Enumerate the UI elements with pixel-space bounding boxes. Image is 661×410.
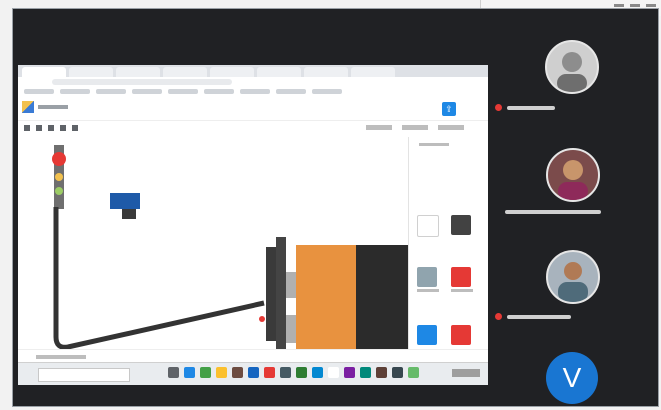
participant-initial-avatar[interactable]: V — [546, 352, 598, 404]
window-controls[interactable] — [614, 4, 656, 7]
shared-screen: ⇪ — [18, 65, 488, 385]
taskbar-app-icon[interactable] — [248, 367, 259, 378]
browser-tab[interactable] — [257, 67, 301, 77]
taskbar-search[interactable] — [38, 368, 130, 382]
taskbar-app-icon[interactable] — [280, 367, 291, 378]
component-label — [451, 289, 473, 292]
battery-body-dark — [356, 245, 408, 381]
browser-tab[interactable] — [69, 67, 113, 77]
traffic-light-red — [52, 152, 66, 166]
traffic-light-green — [55, 187, 63, 195]
code-button[interactable] — [366, 125, 392, 130]
component-tile[interactable] — [417, 267, 437, 287]
battery-body-orange — [296, 245, 356, 381]
participant-name — [505, 210, 601, 214]
taskbar-app-icon[interactable] — [408, 367, 419, 378]
component-tile[interactable] — [451, 215, 471, 235]
traffic-light-yellow — [55, 173, 63, 181]
taskbar-app-icon[interactable] — [360, 367, 371, 378]
share-button[interactable]: ⇪ — [442, 102, 456, 116]
circuit-diagram — [52, 145, 408, 381]
os-taskbar — [18, 362, 488, 385]
panel-heading — [419, 143, 449, 146]
redo-icon[interactable] — [60, 125, 66, 131]
component-tile[interactable] — [451, 325, 471, 345]
bookmarks-bar — [18, 87, 488, 97]
taskbar-app-icon[interactable] — [376, 367, 387, 378]
participant-avatar[interactable] — [546, 250, 600, 304]
connection-point — [259, 316, 265, 322]
delete-icon[interactable] — [36, 125, 42, 131]
rotate-icon[interactable] — [24, 125, 30, 131]
taskbar-app-icon[interactable] — [216, 367, 227, 378]
design-title[interactable] — [38, 105, 68, 109]
component-blue — [110, 193, 140, 209]
taskbar-app-icon[interactable] — [168, 367, 179, 378]
person-icon — [558, 262, 588, 302]
editor-toolbar — [18, 121, 488, 137]
component-blue-base — [122, 209, 136, 219]
browser-tab[interactable] — [210, 67, 254, 77]
components-panel — [408, 137, 488, 357]
browser-tab[interactable] — [163, 67, 207, 77]
app-logo — [22, 101, 34, 113]
person-icon — [558, 160, 588, 200]
component-tile[interactable] — [451, 267, 471, 287]
export-button[interactable] — [438, 125, 464, 130]
battery-plate — [276, 237, 286, 353]
taskbar-app-icon[interactable] — [296, 367, 307, 378]
mic-off-icon — [495, 313, 502, 320]
participant-name-row — [495, 313, 571, 320]
browser-tab[interactable] — [22, 67, 66, 77]
browser-tab[interactable] — [304, 67, 348, 77]
component-label — [417, 289, 439, 292]
wire — [53, 207, 265, 350]
undo-icon[interactable] — [48, 125, 54, 131]
browser-tab[interactable] — [116, 67, 160, 77]
taskbar-app-icon[interactable] — [344, 367, 355, 378]
simulation-button[interactable] — [402, 125, 428, 130]
taskbar-clock — [452, 369, 480, 377]
participant-avatar[interactable] — [546, 148, 600, 202]
taskbar-app-icon[interactable] — [264, 367, 275, 378]
taskbar-app-icon[interactable] — [392, 367, 403, 378]
taskbar-app-icon[interactable] — [312, 367, 323, 378]
circuit-canvas[interactable] — [18, 137, 408, 381]
participant-avatar[interactable] — [545, 40, 599, 94]
taskbar-app-icon[interactable] — [184, 367, 195, 378]
url-field[interactable] — [52, 79, 232, 85]
mic-off-icon — [495, 104, 502, 111]
participant-name-row — [505, 210, 601, 214]
browser-tab-strip[interactable] — [18, 65, 488, 77]
person-icon — [557, 52, 587, 92]
notes-icon[interactable] — [72, 125, 78, 131]
participant-name-row — [495, 104, 555, 111]
taskbar-app-icon[interactable] — [200, 367, 211, 378]
participant-name — [507, 314, 571, 319]
participant-name — [507, 105, 555, 110]
taskbar-apps — [168, 367, 419, 378]
browser-tab[interactable] — [351, 67, 395, 77]
taskbar-app-icon[interactable] — [328, 367, 339, 378]
component-tile[interactable] — [417, 215, 439, 237]
component-tile[interactable] — [417, 325, 437, 345]
taskbar-app-icon[interactable] — [232, 367, 243, 378]
app-header: ⇪ — [18, 98, 488, 121]
